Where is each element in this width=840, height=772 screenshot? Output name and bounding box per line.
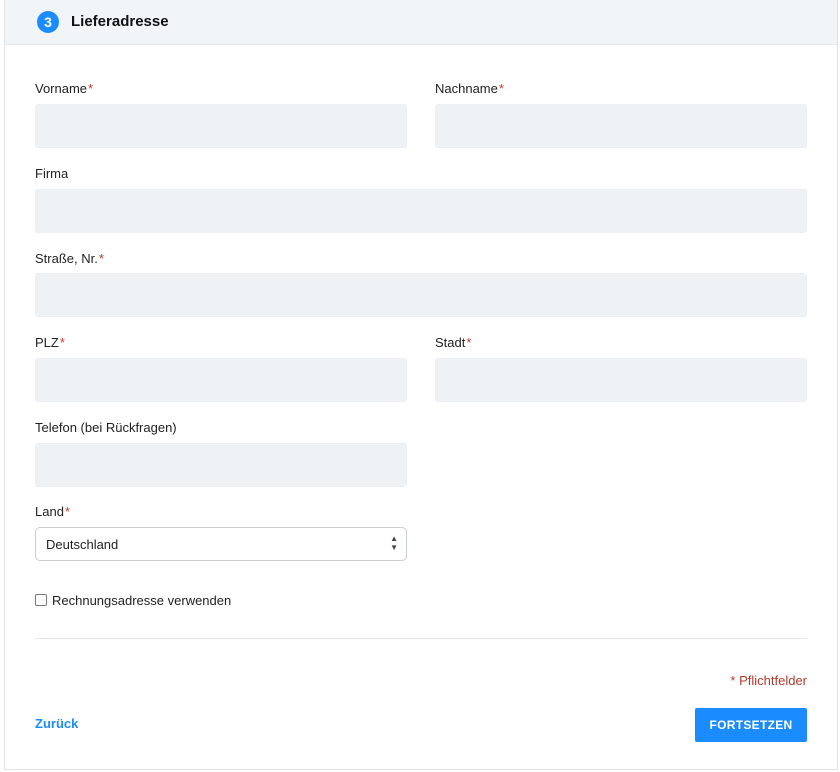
required-asterisk: * xyxy=(98,251,104,266)
back-link[interactable]: Zurück xyxy=(35,716,78,731)
required-asterisk: * xyxy=(466,335,472,350)
city-input[interactable] xyxy=(435,358,807,402)
billing-address-option[interactable]: Rechnungsadresse verwenden xyxy=(35,593,231,608)
city-label-text: Stadt xyxy=(435,335,466,350)
first-name-label: Vorname* xyxy=(35,81,93,96)
continue-button[interactable]: FORTSETZEN xyxy=(695,708,807,742)
required-fields-note: * Pflichtfelder xyxy=(730,673,807,688)
required-asterisk: * xyxy=(498,81,504,96)
street-label-text: Straße, Nr. xyxy=(35,251,98,266)
billing-address-checkbox-label: Rechnungsadresse verwenden xyxy=(52,593,232,608)
country-select-value: Deutschland xyxy=(46,537,119,552)
required-asterisk: * xyxy=(64,504,70,519)
street-input[interactable] xyxy=(35,273,807,317)
company-label: Firma xyxy=(35,166,68,181)
country-label-text: Land xyxy=(35,504,64,519)
company-input[interactable] xyxy=(35,189,807,233)
last-name-label: Nachname* xyxy=(435,81,504,96)
zip-label: PLZ* xyxy=(35,335,65,350)
zip-input[interactable] xyxy=(35,358,407,402)
zip-label-text: PLZ xyxy=(35,335,59,350)
last-name-label-text: Nachname xyxy=(435,81,498,96)
country-label: Land* xyxy=(35,504,70,519)
select-updown-icon: ▲ ▼ xyxy=(390,534,398,552)
arrow-down-icon: ▼ xyxy=(390,543,398,552)
divider xyxy=(35,638,807,639)
required-asterisk: * xyxy=(88,81,94,96)
step-number-badge: 3 xyxy=(37,11,59,33)
arrow-up-icon: ▲ xyxy=(390,534,398,543)
phone-input[interactable] xyxy=(35,443,407,487)
first-name-input[interactable] xyxy=(35,104,407,148)
country-select[interactable]: Deutschland ▲ ▼ xyxy=(35,527,407,561)
street-label: Straße, Nr.* xyxy=(35,251,104,266)
first-name-label-text: Vorname xyxy=(35,81,88,96)
delivery-address-panel: 3 Lieferadresse Vorname* Nachname* Firma… xyxy=(4,0,838,770)
section-header: 3 Lieferadresse xyxy=(5,0,837,45)
billing-address-checkbox[interactable] xyxy=(35,594,47,606)
last-name-input[interactable] xyxy=(435,104,807,148)
section-title: Lieferadresse xyxy=(71,13,169,30)
city-label: Stadt* xyxy=(435,335,471,350)
required-asterisk: * xyxy=(59,335,65,350)
phone-label-text: Telefon (bei Rückfragen) xyxy=(35,420,177,435)
phone-label: Telefon (bei Rückfragen) xyxy=(35,420,177,435)
company-label-text: Firma xyxy=(35,166,69,181)
